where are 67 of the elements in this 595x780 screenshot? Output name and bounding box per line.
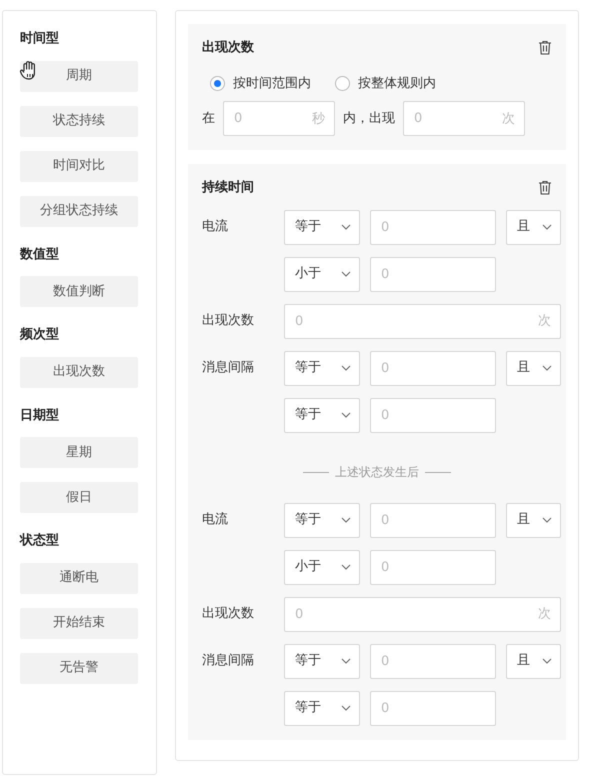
unit-label: 次 <box>502 110 515 128</box>
rule-type-button[interactable]: 通断电 <box>20 562 138 594</box>
field-label: 出现次数 <box>202 605 255 624</box>
delete-icon[interactable] <box>538 40 552 56</box>
rule-type-button[interactable]: 数值判断 <box>20 276 138 307</box>
rule-type-button[interactable]: 星期 <box>20 437 138 468</box>
field-label: 内，出现 <box>343 110 395 128</box>
caret-icon <box>341 271 351 277</box>
caret-icon <box>341 517 351 523</box>
delete-icon[interactable] <box>538 180 552 196</box>
unit-label: 次 <box>538 605 551 624</box>
group-title: 日期型 <box>20 406 60 424</box>
rule-type-button[interactable]: 时间对比 <box>20 150 138 182</box>
logic-select[interactable]: 且 <box>506 644 561 678</box>
field-label: 消息间隔 <box>202 359 255 378</box>
caret-icon <box>542 658 552 664</box>
radio-option[interactable]: 按时间范围内 <box>210 74 311 93</box>
field-label: 电流 <box>202 218 229 236</box>
operator-select[interactable]: 小于 <box>284 550 360 584</box>
rule-type-button[interactable]: 状态持续 <box>20 106 138 136</box>
rule-type-button[interactable]: 无告警 <box>20 652 138 684</box>
operator-select[interactable]: 等于 <box>284 210 360 244</box>
operator-select[interactable]: 等于 <box>284 644 360 678</box>
operator-select[interactable]: 小于 <box>284 256 360 292</box>
caret-icon <box>341 564 351 570</box>
group-title: 数值型 <box>20 246 60 264</box>
card-title: 出现次数 <box>202 39 254 57</box>
caret-icon <box>341 365 351 371</box>
operator-select[interactable]: 等于 <box>284 690 360 726</box>
rule-type-button[interactable]: 假日 <box>20 482 138 513</box>
number-field[interactable]: 0 <box>370 550 496 584</box>
caret-icon <box>341 658 351 664</box>
operator-select[interactable]: 等于 <box>284 398 360 432</box>
caret-icon <box>341 224 351 230</box>
field-label: 消息间隔 <box>202 652 255 670</box>
radio-option[interactable]: 按整体规则内 <box>335 74 436 93</box>
number-field[interactable]: 0 <box>370 690 496 726</box>
divider-text: 上述状态发生后 <box>335 464 419 478</box>
rule-type-button[interactable]: 分组状态持续 <box>20 196 138 226</box>
number-field[interactable]: 0 <box>370 398 496 432</box>
operator-select[interactable]: 等于 <box>284 350 360 386</box>
unit-label: 次 <box>538 312 551 330</box>
number-field[interactable]: 0 <box>370 210 496 244</box>
number-field[interactable]: 0 <box>370 502 496 538</box>
group-title: 状态型 <box>20 532 60 550</box>
caret-icon <box>341 412 351 418</box>
group-title: 时间型 <box>20 30 60 48</box>
group-title: 频次型 <box>20 326 60 344</box>
field-label: 在 <box>202 110 215 128</box>
caret-icon <box>542 517 552 523</box>
number-field[interactable]: 0 <box>370 644 496 678</box>
rule-type-button[interactable]: 出现次数 <box>20 356 138 388</box>
card-title: 持续时间 <box>202 179 254 197</box>
number-field[interactable]: 0 <box>370 256 496 292</box>
field-label: 出现次数 <box>202 312 255 330</box>
logic-select[interactable]: 且 <box>506 350 561 386</box>
rule-type-button[interactable]: 开始结束 <box>20 608 138 638</box>
unit-label: 秒 <box>312 110 325 128</box>
rule-type-button[interactable]: 周期 <box>20 60 138 92</box>
logic-select[interactable]: 且 <box>506 210 561 244</box>
operator-select[interactable]: 等于 <box>284 502 360 538</box>
logic-select[interactable]: 且 <box>506 502 561 538</box>
number-field[interactable]: 0 <box>370 350 496 386</box>
caret-icon <box>341 705 351 711</box>
field-label: 电流 <box>202 511 229 530</box>
caret-icon <box>542 365 552 371</box>
caret-icon <box>542 224 552 230</box>
